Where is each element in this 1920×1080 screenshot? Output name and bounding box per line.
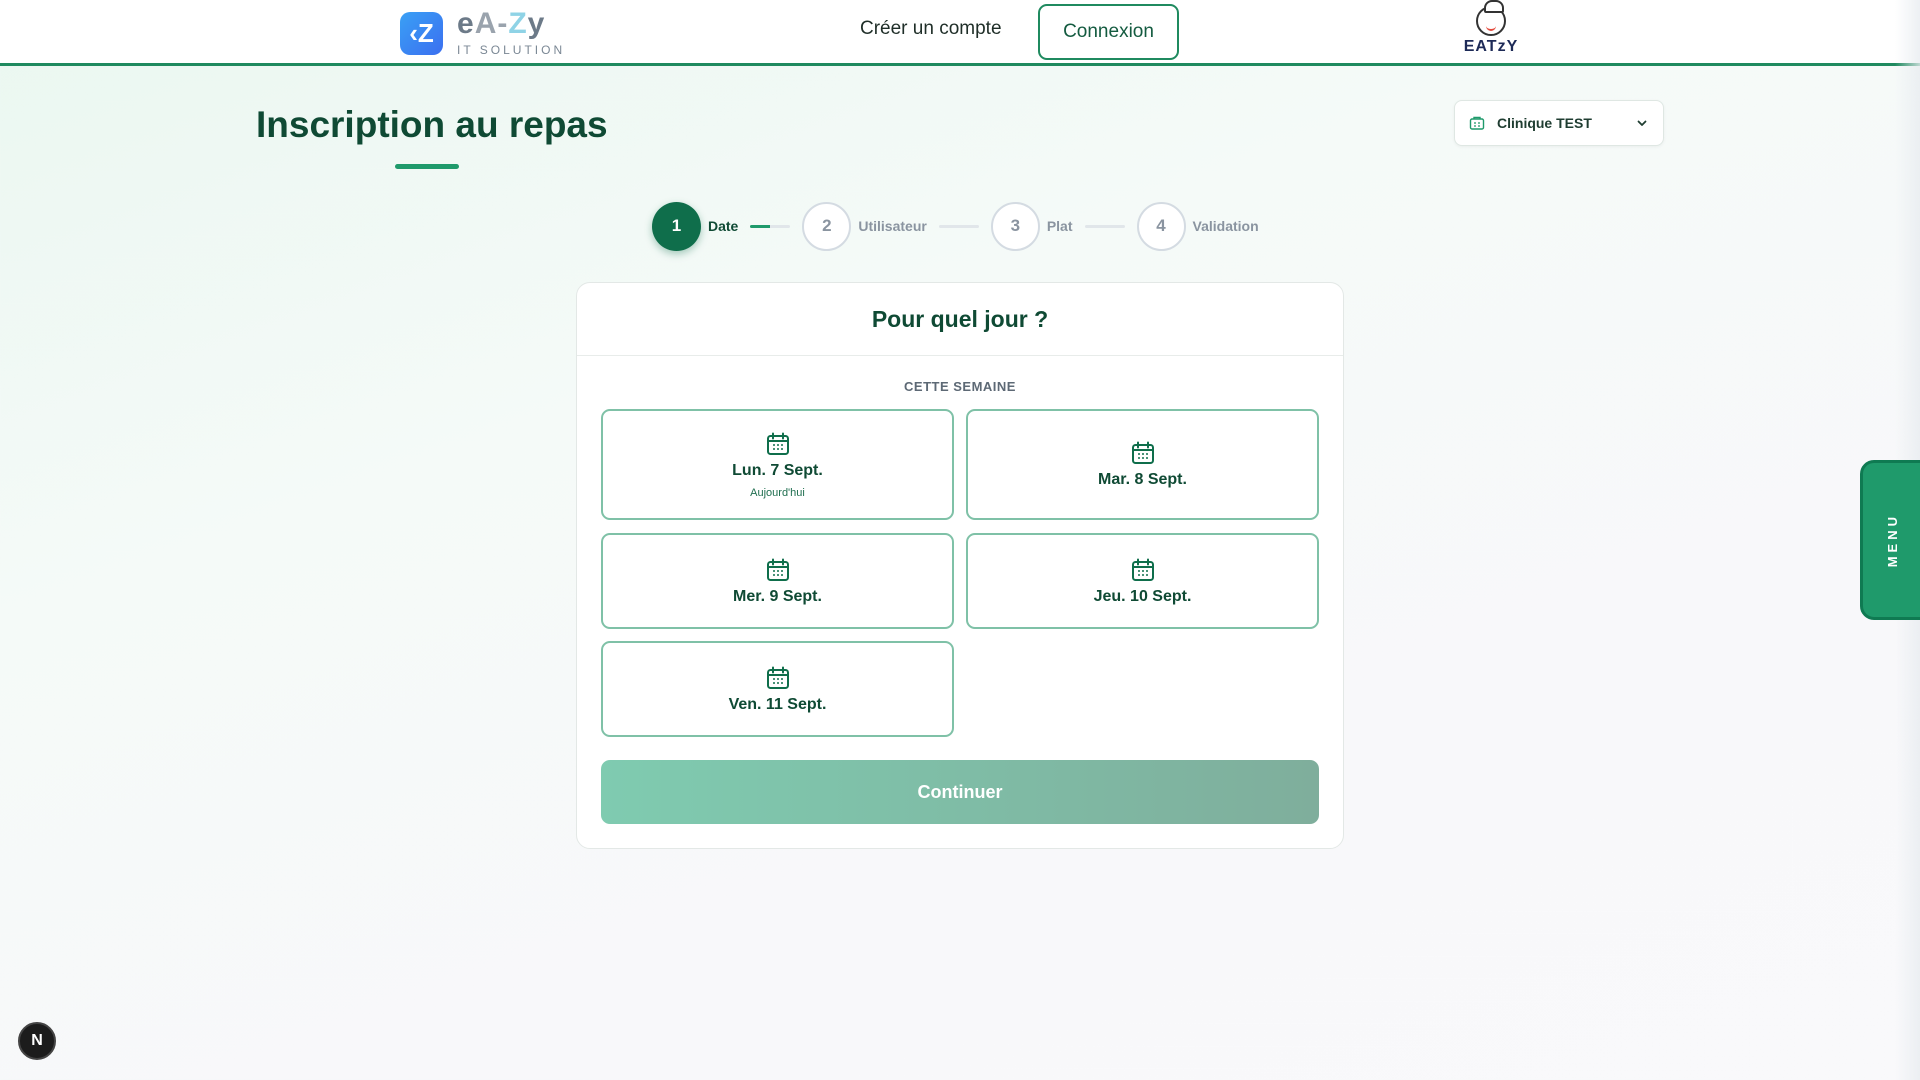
create-account-link[interactable]: Créer un compte <box>860 18 1002 40</box>
eatzy-logo: EATzY <box>1460 0 1522 58</box>
day-option-friday[interactable]: Ven. 11 Sept. <box>601 641 954 737</box>
calendar-icon <box>766 432 789 455</box>
step-connector-3 <box>1084 224 1125 228</box>
calendar-icon <box>1131 441 1154 464</box>
week-section-label: CETTE SEMAINE <box>904 379 1016 394</box>
clinic-select[interactable]: Clinique TEST <box>1454 100 1664 146</box>
day-option-thursday[interactable]: Jeu. 10 Sept. <box>966 533 1319 629</box>
dev-tools-badge[interactable]: N <box>18 1022 56 1060</box>
day-label: Mar. 8 Sept. <box>1098 471 1187 488</box>
date-selection-card: Pour quel jour ? CETTE SEMAINE Lun. 7 Se… <box>576 282 1344 849</box>
step-2-circle: 2 <box>802 201 852 251</box>
step-4-label: Validation <box>1192 218 1259 234</box>
calendar-icon <box>766 666 789 689</box>
login-button[interactable]: Connexion <box>1038 4 1179 60</box>
side-menu-label: MENU <box>1884 512 1900 568</box>
step-4-circle: 4 <box>1136 201 1186 251</box>
brand-text: eA-Zy IT SOLUTION <box>457 7 566 58</box>
step-connector-2 <box>938 224 979 228</box>
step-1-circle: 1 <box>652 201 701 251</box>
chevron-down-icon <box>1637 120 1647 126</box>
day-option-tuesday[interactable]: Mar. 8 Sept. <box>966 409 1319 520</box>
step-3-circle: 3 <box>990 201 1040 251</box>
card-title: Pour quel jour ? <box>871 305 1049 332</box>
step-2-label: Utilisateur <box>858 218 927 234</box>
top-header: ‹Z eA-Zy IT SOLUTION Créer un compte Con… <box>0 0 1920 66</box>
building-icon <box>1469 116 1485 130</box>
today-label: Aujourd'hui <box>750 486 805 499</box>
eazy-brand-logo[interactable]: ‹Z eA-Zy IT SOLUTION <box>400 8 565 58</box>
day-label: Ven. 11 Sept. <box>728 695 827 713</box>
day-label: Jeu. 10 Sept. <box>1093 587 1192 605</box>
side-menu-tab[interactable]: MENU <box>1860 460 1920 620</box>
day-label: Mer. 9 Sept. <box>733 587 822 605</box>
step-3-label: Plat <box>1046 218 1073 234</box>
clinic-select-value: Clinique TEST <box>1497 115 1592 131</box>
eazy-logo-icon: ‹Z <box>400 11 443 55</box>
eatzy-wordmark: EATzY <box>1463 38 1519 55</box>
day-label: Lun. 7 Sept. <box>732 461 823 479</box>
step-connector-1 <box>750 224 791 228</box>
calendar-icon <box>766 558 789 581</box>
page-title: Inscription au repas <box>256 104 608 145</box>
continue-button[interactable]: Continuer <box>601 760 1319 824</box>
brand-subtitle: IT SOLUTION <box>457 43 566 57</box>
chef-icon <box>1476 0 1506 36</box>
step-1-label: Date <box>708 218 739 234</box>
calendar-icon <box>1131 558 1154 581</box>
day-option-wednesday[interactable]: Mer. 9 Sept. <box>601 533 954 629</box>
progress-stepper: 1 Date 2 Utilisateur 3 Plat 4 Validation <box>652 200 1259 252</box>
card-header: Pour quel jour ? <box>577 283 1343 356</box>
day-option-monday[interactable]: Lun. 7 Sept. Aujourd'hui <box>601 409 954 520</box>
title-underline <box>395 164 459 169</box>
brand-name: eA-Zy <box>457 7 546 40</box>
